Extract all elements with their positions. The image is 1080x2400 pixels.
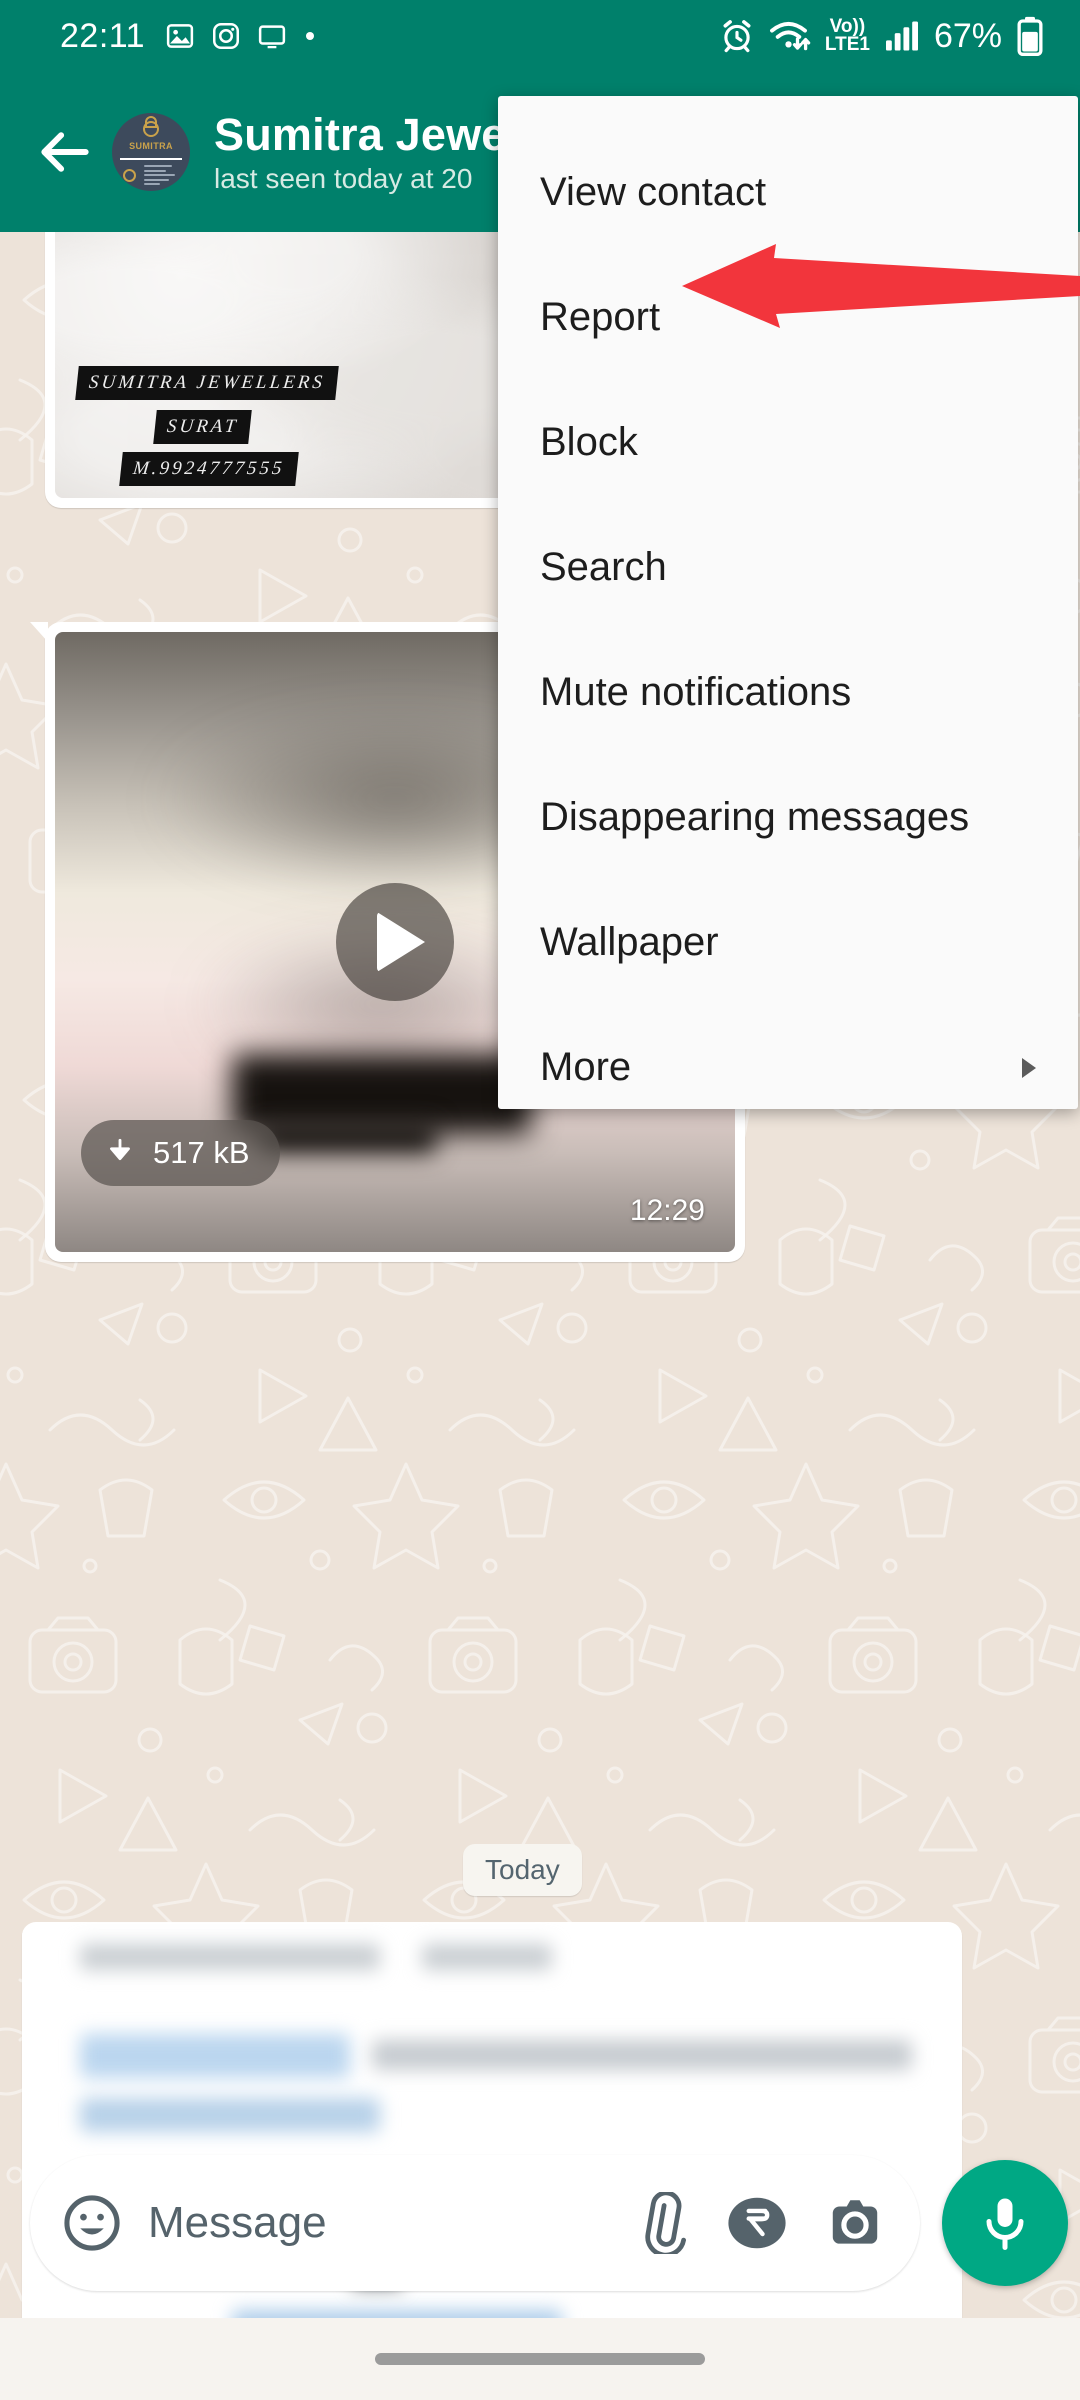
download-arrow-icon <box>110 1138 130 1161</box>
status-bar: 22:11 Vo)) LTE1 67% <box>0 0 1080 72</box>
rupee-payment-icon[interactable] <box>724 2190 790 2256</box>
message-input-bar[interactable]: Message <box>0 2128 1080 2318</box>
play-icon <box>377 912 425 972</box>
system-navigation-bar <box>0 2318 1080 2400</box>
menu-item-label: Disappearing messages <box>540 795 970 839</box>
volte-line-2: LTE1 <box>824 34 870 55</box>
menu-item-label: Search <box>540 545 667 589</box>
screen-cast-icon <box>258 25 286 49</box>
message-input-field[interactable]: Message <box>148 2198 628 2248</box>
paperclip-icon[interactable] <box>628 2192 690 2254</box>
camera-icon[interactable] <box>824 2192 886 2254</box>
status-bar-clock: 22:11 <box>60 16 146 55</box>
menu-item-label: Block <box>540 420 638 464</box>
dot-icon <box>306 32 315 40</box>
status-bar-notification-icons <box>165 21 317 51</box>
status-bar-system-icons: Vo)) LTE1 67% <box>719 16 1044 56</box>
annotation-arrow <box>682 244 1080 328</box>
menu-item-wallpaper[interactable]: Wallpaper <box>498 880 1078 1005</box>
menu-item-search[interactable]: Search <box>498 505 1078 630</box>
battery-percentage: 67% <box>933 16 1002 55</box>
menu-item-label: Mute notifications <box>540 670 852 714</box>
back-arrow-icon <box>41 132 89 172</box>
message-timestamp: 12:29 <box>629 1194 705 1227</box>
microphone-icon <box>986 2198 1024 2250</box>
avatar-brand-text: SUMITRA <box>129 141 173 151</box>
avatar[interactable]: SUMITRA <box>112 113 190 191</box>
photo-icon <box>166 24 194 48</box>
volte-indicator: Vo)) LTE1 <box>824 17 870 55</box>
message-input-pill[interactable]: Message <box>30 2155 920 2291</box>
page-title: Sumitra Jewell <box>214 109 532 160</box>
instagram-icon <box>213 22 240 49</box>
battery-icon <box>1017 16 1043 56</box>
chevron-right-icon <box>1022 1057 1036 1078</box>
watermark-city: SURAT <box>153 410 253 444</box>
wifi-icon <box>769 21 811 51</box>
file-size-label: 517 kB <box>153 1135 250 1170</box>
download-badge[interactable]: 517 kB <box>81 1120 280 1186</box>
play-button[interactable] <box>336 883 454 1001</box>
menu-item-view-contact[interactable]: View contact <box>498 130 1078 255</box>
voice-record-button[interactable] <box>942 2160 1068 2286</box>
gesture-handle[interactable] <box>375 2353 705 2365</box>
date-divider-today: Today <box>463 1844 582 1896</box>
watermark-brand: SUMITRA JEWELLERS <box>75 366 339 400</box>
back-button[interactable] <box>22 121 108 183</box>
emoji-smiley-icon[interactable] <box>60 2191 124 2255</box>
signal-bars-icon <box>885 21 918 51</box>
menu-item-label: View contact <box>540 170 767 214</box>
menu-item-disappearing-messages[interactable]: Disappearing messages <box>498 755 1078 880</box>
bubble-tail <box>22 1922 25 1942</box>
chat-title-block[interactable]: Sumitra Jewell last seen today at 20 <box>214 109 532 195</box>
watermark-phone: M.9924777555 <box>119 452 299 486</box>
menu-item-block[interactable]: Block <box>498 380 1078 505</box>
menu-item-mute-notifications[interactable]: Mute notifications <box>498 630 1078 755</box>
bubble-tail <box>30 622 48 642</box>
alarm-icon <box>723 20 751 53</box>
menu-item-label: Report <box>540 295 661 339</box>
menu-item-label: Wallpaper <box>540 920 719 964</box>
contact-last-seen: last seen today at 20 <box>214 163 473 194</box>
menu-item-more[interactable]: More <box>498 1005 1078 1130</box>
menu-item-label: More <box>540 1045 632 1089</box>
